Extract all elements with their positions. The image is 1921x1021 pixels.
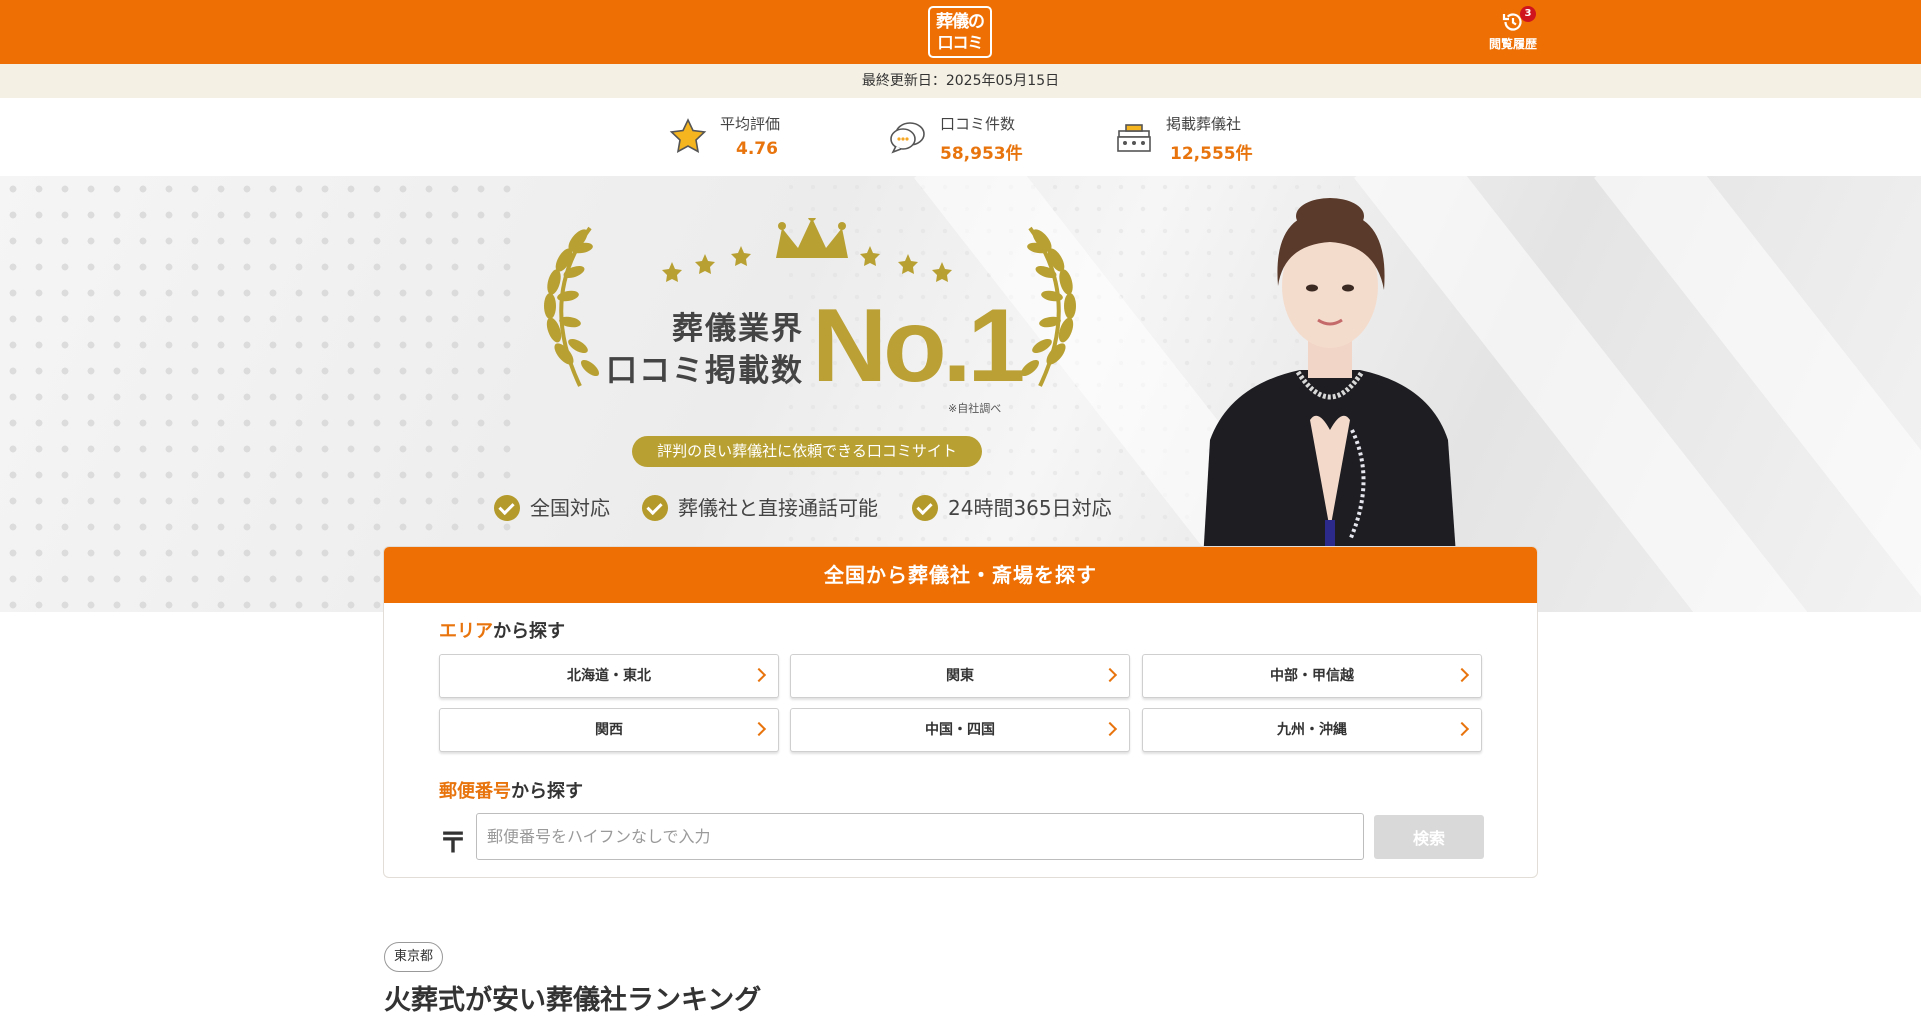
chevron-right-icon [1102, 721, 1118, 737]
hero-tagline: 評判の良い葬儀社に依頼できる口コミサイト [632, 436, 982, 467]
area-button-label: 北海道・東北 [567, 668, 651, 684]
feature-item: 葬儀社と直接通話可能 [642, 494, 878, 522]
history-count-badge: 3 [1520, 6, 1536, 22]
chevron-right-icon [751, 721, 767, 737]
hero-title: 葬儀業界 口コミ掲載数 [590, 308, 804, 392]
funeral-hall-icon [1117, 124, 1151, 152]
area-button-label: 中国・四国 [925, 722, 995, 738]
area-heading: エリアから探す [439, 617, 565, 643]
stat-value: 58,953件 [940, 144, 1023, 164]
postal-mark-icon: 〒 [439, 826, 468, 859]
last-updated: 最終更新日：2025年05月15日 [0, 64, 1921, 98]
chevron-right-icon [1454, 721, 1470, 737]
feature-item: 全国対応 [494, 494, 610, 522]
stat-label: 口コミ件数 [940, 115, 1016, 133]
stat-listed-companies: 掲載葬儀社 12,555件 [1114, 113, 1274, 164]
stat-value: 4.76 [736, 139, 778, 159]
hero-title-line-1: 葬儀業界 [672, 311, 804, 347]
stat-label: 平均評価 [720, 115, 781, 133]
prefecture-tag[interactable]: 東京都 [384, 942, 444, 972]
check-icon [494, 495, 520, 521]
hero-note: ※自社調べ [948, 402, 1002, 415]
check-icon [642, 495, 668, 521]
search-card-title: 全国から葬儀社・斎場を探す [384, 547, 1537, 603]
logo-line-1: 葬儀の [936, 12, 985, 32]
site-logo[interactable]: 葬儀の 口コミ [928, 6, 992, 58]
stats-bar: 平均評価 4.76 口コミ件数 58,953件 掲載葬儀社 12,555件 [0, 98, 1921, 176]
area-button-label: 九州・沖縄 [1277, 722, 1347, 738]
postal-heading: 郵便番号から探す [439, 777, 583, 803]
feature-item: 24時間365日対応 [912, 494, 1112, 522]
area-button-label: 関西 [595, 722, 623, 738]
area-button-label: 中部・甲信越 [1270, 668, 1354, 684]
stat-value: 12,555件 [1170, 144, 1253, 164]
no1-text: No.1 [812, 288, 1025, 404]
logo-line-2: 口コミ [937, 33, 983, 52]
history-label: 閲覧履歴 [1488, 37, 1537, 51]
chevron-right-icon [1454, 667, 1470, 683]
chevron-right-icon [751, 667, 767, 683]
postal-heading-rest: から探す [511, 781, 583, 802]
feature-label: 24時間365日対応 [948, 496, 1112, 520]
history-button[interactable]: 3 閲覧履歴 [1482, 6, 1544, 58]
top-bar: 葬儀の 口コミ 3 閲覧履歴 [0, 0, 1921, 64]
ranking-title: 火葬式が安い葬儀社ランキング [384, 985, 762, 1016]
area-button-kanto[interactable]: 関東 [790, 654, 1130, 698]
chevron-right-icon [1102, 667, 1118, 683]
star-icon [669, 118, 707, 154]
area-button-chugoku-shikoku[interactable]: 中国・四国 [790, 708, 1130, 752]
area-button-label: 関東 [946, 668, 974, 684]
search-card: 全国から葬儀社・斎場を探す エリアから探す 北海道・東北 関東 中部・甲信越 関… [383, 546, 1538, 878]
area-button-chubu-koshinetsu[interactable]: 中部・甲信越 [1142, 654, 1482, 698]
hero-title-line-2: 口コミ掲載数 [606, 353, 804, 389]
search-button[interactable]: 検索 [1374, 815, 1484, 859]
area-heading-rest: から探す [493, 621, 565, 642]
feature-label: 全国対応 [530, 496, 610, 520]
postal-heading-highlight: 郵便番号 [439, 781, 511, 802]
stat-average-rating: 平均評価 4.76 [668, 113, 808, 163]
stat-review-count: 口コミ件数 58,953件 [888, 113, 1048, 164]
area-button-hokkaido-tohoku[interactable]: 北海道・東北 [439, 654, 779, 698]
stat-label: 掲載葬儀社 [1166, 115, 1242, 133]
postal-code-input[interactable] [476, 813, 1364, 860]
area-button-kyushu-okinawa[interactable]: 九州・沖縄 [1142, 708, 1482, 752]
area-button-kansai[interactable]: 関西 [439, 708, 779, 752]
chat-bubbles-icon [890, 122, 925, 154]
feature-label: 葬儀社と直接通話可能 [678, 496, 878, 520]
check-icon [912, 495, 938, 521]
area-heading-highlight: エリア [439, 621, 493, 642]
